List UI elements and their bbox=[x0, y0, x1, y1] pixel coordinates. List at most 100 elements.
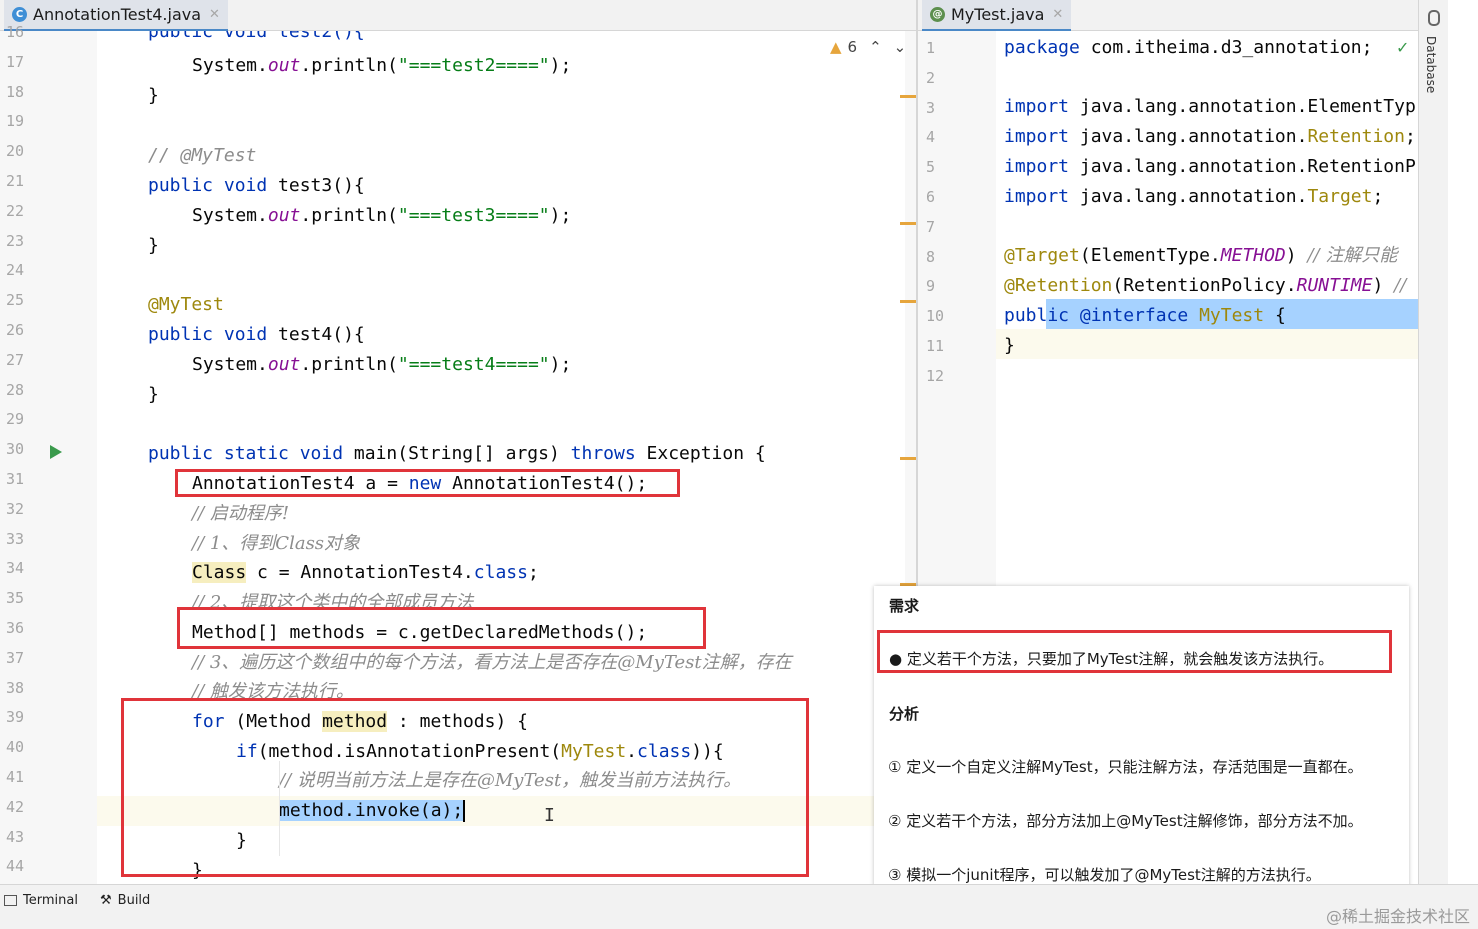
code-line-18: } bbox=[148, 85, 159, 106]
warning-marker[interactable] bbox=[900, 95, 916, 98]
code-line-21: public void test3(){ bbox=[148, 175, 365, 196]
database-label: Database bbox=[1424, 36, 1438, 94]
line-number: 3 bbox=[926, 98, 936, 117]
line-number: 26 bbox=[6, 321, 25, 339]
line-number: 1 bbox=[926, 39, 936, 57]
code-line-r1: package com.itheima.d3_annotation; bbox=[1004, 37, 1373, 58]
build-tab[interactable]: ⚒ Build bbox=[100, 893, 150, 908]
warning-icon: ▲ bbox=[830, 38, 842, 56]
analysis-step-1: ① 定义一个自定义注解MyTest，只能注解方法，存活范围是一直都在。 bbox=[888, 758, 1363, 776]
line-number: 28 bbox=[6, 380, 25, 399]
line-number: 33 bbox=[6, 529, 25, 548]
code-line-r11: } bbox=[1004, 335, 1015, 356]
bullet-icon: ● bbox=[889, 650, 907, 668]
code-line-23: } bbox=[148, 235, 159, 256]
line-number: 21 bbox=[6, 172, 25, 190]
warning-marker[interactable] bbox=[900, 222, 916, 225]
line-number: 7 bbox=[926, 217, 936, 236]
line-number: 23 bbox=[6, 231, 25, 250]
warning-marker[interactable] bbox=[900, 300, 916, 303]
database-icon bbox=[1428, 10, 1440, 26]
warning-count: 6 bbox=[847, 38, 858, 56]
line-number: 22 bbox=[6, 201, 25, 220]
code-line-r6: import java.lang.annotation.Target; bbox=[1004, 186, 1384, 207]
tab-mytest[interactable]: @ MyTest.java ✕ bbox=[922, 0, 1072, 31]
line-number: 29 bbox=[6, 410, 25, 429]
line-number: 10 bbox=[926, 307, 945, 326]
line-number: 44 bbox=[6, 857, 25, 876]
line-number: 39 bbox=[6, 708, 25, 727]
code-line-32: // 启动程序! bbox=[192, 503, 290, 524]
line-number: 37 bbox=[6, 648, 25, 667]
code-line-r4: import java.lang.annotation.Retention; bbox=[1004, 126, 1416, 147]
code-line-28: } bbox=[148, 384, 159, 405]
highlight-box-for-loop bbox=[121, 698, 809, 877]
line-number: 19 bbox=[6, 112, 25, 131]
code-line-26: public void test4(){ bbox=[148, 324, 365, 345]
line-number: 41 bbox=[6, 768, 25, 786]
analysis-heading: 分析 bbox=[889, 705, 920, 723]
watermark: @稀土掘金技术社区 bbox=[1325, 907, 1470, 926]
code-line-r9: @Retention(RetentionPolicy.RUNTIME) // bbox=[1004, 275, 1407, 296]
line-number: 4 bbox=[926, 128, 936, 147]
line-number: 8 bbox=[926, 247, 936, 266]
database-tool-strip[interactable]: Database bbox=[1418, 0, 1448, 884]
code-line-20: // @MyTest bbox=[148, 145, 257, 166]
line-number: 24 bbox=[6, 261, 25, 280]
line-number: 35 bbox=[6, 589, 25, 608]
chevron-up-icon[interactable]: ⌃ bbox=[869, 38, 882, 56]
highlight-box-new-instance bbox=[175, 469, 680, 497]
slide-panel: 需求 ● 定义若干个方法，只要加了MyTest注解，就会触发该方法执行。 分析 … bbox=[874, 586, 1409, 906]
right-editor[interactable]: package com.itheima.d3_annotation; impor… bbox=[996, 31, 1418, 591]
code-line-25: @MyTest bbox=[148, 294, 224, 315]
code-line-r5: import java.lang.annotation.RetentionP bbox=[1004, 156, 1416, 177]
code-line-17: System.out.println("===test2===="); bbox=[192, 55, 572, 76]
code-line-34: Class c = AnnotationTest4.class; bbox=[192, 562, 539, 583]
line-number: 27 bbox=[6, 350, 25, 369]
tab-annotationtest4[interactable]: C AnnotationTest4.java ✕ bbox=[4, 0, 228, 31]
line-number: 30 bbox=[6, 440, 25, 459]
line-number: 38 bbox=[6, 678, 25, 697]
code-line-30: public static void main(String[] args) t… bbox=[148, 443, 766, 464]
line-number: 36 bbox=[6, 619, 25, 637]
line-number: 17 bbox=[6, 52, 25, 71]
code-line-r8: @Target(ElementType.METHOD) // 注解只能 bbox=[1004, 245, 1398, 266]
code-line-22: System.out.println("===test3===="); bbox=[192, 205, 572, 226]
line-number: 40 bbox=[6, 738, 25, 757]
bottom-tool-bar: Terminal ⚒ Build @稀土掘金技术社区 bbox=[0, 884, 1478, 929]
line-number: 31 bbox=[6, 470, 25, 488]
line-number: 6 bbox=[926, 188, 936, 206]
hammer-icon: ⚒ bbox=[100, 893, 112, 908]
terminal-icon bbox=[4, 895, 17, 906]
line-number: 2 bbox=[926, 68, 936, 87]
code-line-37: // 3、遍历这个数组中的每个方法，看方法上是否存在@MyTest注解，存在 bbox=[192, 652, 792, 673]
line-number: 43 bbox=[6, 827, 25, 846]
line-number: 5 bbox=[926, 158, 936, 177]
run-icon[interactable] bbox=[50, 445, 62, 459]
code-line-16: public void test2(){ bbox=[148, 31, 365, 42]
annotation-file-icon: @ bbox=[930, 7, 945, 22]
warning-marker[interactable] bbox=[900, 457, 916, 460]
line-number: 42 bbox=[6, 797, 25, 816]
analysis-step-2: ② 定义若干个方法，部分方法加上@MyTest注解修饰，部分方法不加。 bbox=[888, 812, 1363, 830]
close-icon[interactable]: ✕ bbox=[209, 7, 220, 22]
line-number: 34 bbox=[6, 559, 25, 578]
line-number: 32 bbox=[6, 499, 25, 518]
inspection-widget[interactable]: ▲ 6 ⌃ ⌄ bbox=[830, 38, 906, 56]
current-line-highlight bbox=[996, 329, 1418, 359]
close-icon[interactable]: ✕ bbox=[1052, 7, 1063, 22]
code-line-33: // 1、得到Class对象 bbox=[192, 533, 361, 554]
requirement-heading: 需求 bbox=[889, 597, 920, 615]
line-number: 25 bbox=[6, 291, 25, 310]
highlight-box-get-methods bbox=[177, 607, 706, 649]
tab-label: AnnotationTest4.java bbox=[33, 5, 202, 24]
requirement-item: ● 定义若干个方法，只要加了MyTest注解，就会触发该方法执行。 bbox=[889, 650, 1334, 668]
line-number: 11 bbox=[926, 337, 945, 355]
code-line-r10: public @interface MyTest { bbox=[1004, 305, 1286, 326]
analysis-step-3: ③ 模拟一个junit程序，可以触发加了@MyTest注解的方法执行。 bbox=[888, 866, 1321, 884]
line-number: 20 bbox=[6, 142, 25, 161]
line-number: 16 bbox=[6, 23, 25, 41]
line-number: 18 bbox=[6, 82, 25, 101]
check-icon: ✓ bbox=[1396, 38, 1410, 57]
terminal-tab[interactable]: Terminal bbox=[4, 893, 78, 908]
